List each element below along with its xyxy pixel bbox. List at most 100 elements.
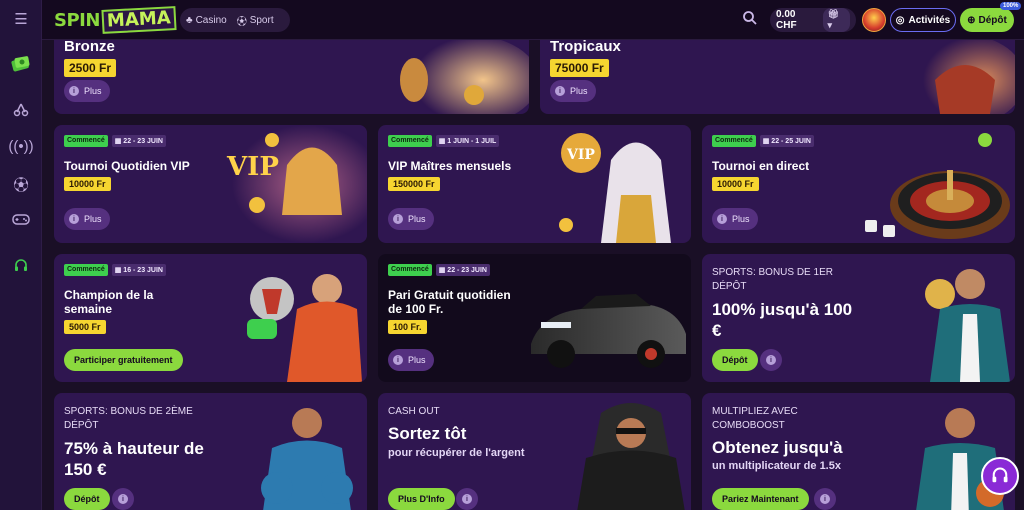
headset-icon[interactable] [0,252,42,280]
card-headline: Sortez tôt [388,424,467,443]
more-info-button[interactable]: Plus D'Info [388,488,455,510]
promo-card-vip-monthly[interactable]: VIP Commencé ▦ 1 JUIN - 1 JUIL VIP Maîtr… [378,125,691,243]
more-button[interactable]: i Plus [712,208,758,230]
card-kicker-line2: COMBOBOOST [712,420,785,431]
status-badge: Commencé [64,264,108,276]
card-headline: Obtenez jusqu'à [712,438,843,457]
info-button[interactable]: i [112,488,134,510]
promo-card-live[interactable]: Commencé ▦ 22 - 25 JUIN Tournoi en direc… [702,125,1015,243]
roulette-wheel [865,133,1010,239]
promo-card-cashout[interactable]: CASH OUT Sortez tôt pour récupérer de l'… [378,393,691,510]
svg-text:VIP: VIP [226,152,279,182]
card-kicker-line1: SPORTS: BONUS DE 2ÈME [64,406,193,417]
card-headline-line2: 150 € [64,460,107,479]
info-icon: i [118,494,128,504]
deposit-cta-button[interactable]: Dépôt [64,488,110,510]
card-tags: Commencé ▦ 22 - 23 JUIN [388,264,490,276]
more-button[interactable]: i Plus [550,80,596,102]
card-subline: un multiplicateur de 1.5x [712,460,841,472]
date-text: 1 JUIN - 1 JUIL [447,138,497,145]
more-label: Plus [408,214,426,224]
nav-sport[interactable]: ⚽︎ Sport [237,13,274,28]
more-button[interactable]: i Plus [388,208,434,230]
card-tags: Commencé ▦ 22 - 23 JUIN [64,135,166,147]
card-title: Tournoi en direct [712,159,810,173]
promo-card-champion[interactable]: Commencé ▦ 16 - 23 JUIN Champion de la s… [54,254,367,382]
more-label: Plus [408,355,426,365]
bonus-badge: 100% [1000,2,1022,10]
card-headline-line1: 100% jusqu'à 100 [712,300,853,319]
prize-amount: 150000 Fr [388,177,440,191]
prize-amount: 10000 Fr [712,177,759,191]
promo-card-vip-daily[interactable]: VIP Commencé ▦ 22 - 23 JUIN Tournoi Quot… [54,125,367,243]
info-icon: i [393,355,403,365]
card-subline: pour récupérer de l'argent [388,447,525,459]
promo-card-freebet[interactable]: Commencé ▦ 22 - 23 JUIN Pari Gratuit quo… [378,254,691,382]
logo[interactable]: SPIN MAMA [54,6,177,34]
info-button[interactable]: i [814,488,836,510]
card-title-line2: de 100 Fr. [388,302,444,316]
card-tags: Commencé ▦ 16 - 23 JUIN [64,264,166,276]
bet-now-button[interactable]: Pariez Maintenant [712,488,809,510]
prize-amount: 2500 Fr [64,59,117,77]
more-button[interactable]: i Plus [64,208,110,230]
promo-card-sports-first-deposit[interactable]: SPORTS: BONUS DE 1ER DÉPÔT 100% jusqu'à … [702,254,1015,382]
date-text: 22 - 23 JUIN [447,267,487,274]
promo-art [577,403,685,510]
card-kicker-line2: DÉPÔT [712,281,747,292]
status-badge: Commencé [388,135,432,147]
card-headline-line1: 75% à hauteur de [64,439,204,458]
more-button[interactable]: i Plus [64,80,110,102]
avatar[interactable] [862,8,886,32]
balance-widget[interactable]: 0.00 CHF 🎁︎ ▾ [770,8,856,32]
date-text: 22 - 23 JUIN [123,138,163,145]
top-bar: SPIN MAMA ♣ Casino ⚽︎ Sport 0.00 CHF 🎁︎ ▾ … [42,0,1024,40]
prize-amount: 75000 Fr [550,59,609,77]
promo-card-comboboost[interactable]: MULTIPLIEZ AVEC COMBOBOOST Obtenez jusqu… [702,393,1015,510]
more-button[interactable]: i Plus [388,349,434,371]
soccer-ball-icon[interactable]: ⚽︎ [0,170,42,198]
search-icon[interactable] [742,10,758,30]
deposit-label: Dépôt [978,14,1007,26]
card-tags: Commencé ▦ 22 - 25 JUIN [712,135,814,147]
promo-card-sports-second-deposit[interactable]: SPORTS: BONUS DE 2ÈME DÉPÔT 75% à hauteu… [54,393,367,510]
promo-art: VIP [217,125,367,243]
info-icon: i [717,214,727,224]
cherry-icon: ♣ [186,14,193,26]
support-chat-button[interactable] [981,457,1019,495]
menu-icon[interactable]: ☰ [0,5,42,33]
status-badge: Commencé [64,135,108,147]
info-icon: i [555,86,565,96]
date-badge: ▦ 16 - 23 JUIN [111,264,166,276]
card-kicker-line1: MULTIPLIEZ AVEC [712,406,798,417]
prize-amount: 5000 Fr [64,320,106,334]
balance-value: 0.00 CHF [776,9,797,31]
info-icon: i [820,494,830,504]
promotions-icon[interactable] [0,50,42,78]
nav-casino[interactable]: ♣ Casino [186,15,227,26]
gift-icon[interactable]: 🎁︎ ▾ [822,8,850,32]
card-title-line1: Pari Gratuit quotidien [388,288,511,302]
info-icon: i [393,214,403,224]
promo-card-bronze[interactable]: Bronze 2500 Fr i Plus [54,40,529,114]
activities-button[interactable]: ◎ Activités [890,8,956,32]
status-badge: Commencé [388,264,432,276]
info-icon: i [69,214,79,224]
promo-art [247,274,362,382]
deposit-cta-button[interactable]: Dépôt [712,349,758,371]
card-kicker-line2: DÉPÔT [64,420,99,431]
card-title: VIP Maîtres mensuels [388,159,512,173]
info-button[interactable]: i [456,488,478,510]
join-free-button[interactable]: Participer gratuitement [64,349,183,371]
info-button[interactable]: i [760,349,782,371]
promo-card-tropicaux[interactable]: Tropicaux 75000 Fr i Plus [540,40,1015,114]
promo-art [399,40,529,114]
info-icon: i [766,355,776,365]
promo-art [261,408,353,510]
promo-art [905,40,1015,114]
gamepad-icon[interactable] [0,205,42,233]
nav-casino-label: Casino [195,14,227,26]
deposit-button[interactable]: ⊕ Dépôt [960,8,1014,32]
live-broadcast-icon[interactable]: ((•)) [0,132,42,160]
cherry-icon[interactable] [0,96,42,124]
